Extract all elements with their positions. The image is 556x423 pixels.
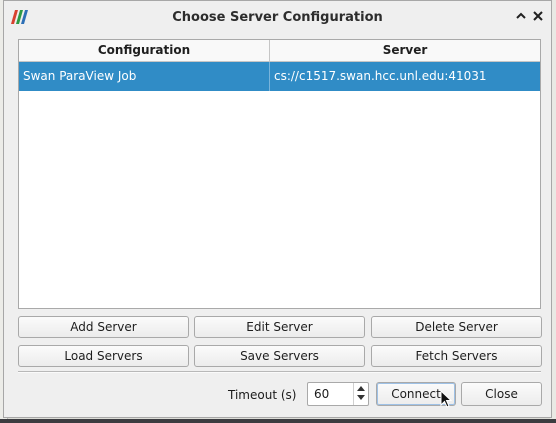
timeout-value[interactable]: 60 (314, 383, 329, 405)
spin-up-icon[interactable] (357, 385, 365, 391)
timeout-label: Timeout (s) (228, 388, 297, 402)
desktop-background-bottom (0, 419, 556, 423)
delete-server-button[interactable]: Delete Server (371, 316, 542, 338)
spinbox-arrows[interactable] (353, 383, 368, 405)
save-servers-button[interactable]: Save Servers (194, 345, 365, 367)
column-header-server[interactable]: Server (270, 40, 540, 61)
divider (18, 371, 541, 373)
table-row[interactable]: Swan ParaView Job cs://c1517.swan.hcc.un… (19, 62, 540, 91)
cell-configuration: Swan ParaView Job (19, 62, 270, 91)
add-server-button[interactable]: Add Server (18, 316, 189, 338)
column-header-configuration[interactable]: Configuration (19, 40, 270, 61)
window-title: Choose Server Configuration (172, 10, 383, 25)
mouse-pointer-icon (440, 390, 452, 408)
spin-down-icon[interactable] (357, 395, 365, 401)
table-header: Configuration Server (19, 40, 540, 62)
fetch-servers-button[interactable]: Fetch Servers (371, 345, 542, 367)
cell-server: cs://c1517.swan.hcc.unl.edu:41031 (274, 69, 487, 83)
load-servers-button[interactable]: Load Servers (18, 345, 189, 367)
close-window-icon[interactable] (530, 9, 546, 25)
server-configuration-table[interactable]: Configuration Server Swan ParaView Job c… (18, 39, 541, 309)
timeout-spinbox[interactable]: 60 (307, 382, 369, 406)
close-button[interactable]: Close (461, 382, 542, 406)
edit-server-button[interactable]: Edit Server (194, 316, 365, 338)
choose-server-dialog: Choose Server Configuration Configuratio… (3, 0, 552, 418)
shade-up-icon[interactable] (513, 9, 529, 25)
title-bar[interactable]: Choose Server Configuration (4, 1, 551, 35)
